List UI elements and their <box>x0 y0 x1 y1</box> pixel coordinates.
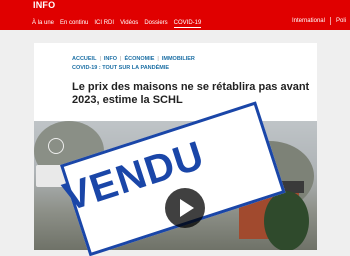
nav-item-international[interactable]: International <box>292 17 325 25</box>
breadcrumb-separator: | <box>120 56 122 62</box>
nav-item-dossiers[interactable]: Dossiers <box>144 19 167 27</box>
breadcrumb-info[interactable]: INFO <box>104 55 117 64</box>
breadcrumb-economie[interactable]: ÉCONOMIE <box>124 55 154 64</box>
breadcrumb-accueil[interactable]: ACCUEIL <box>72 55 96 64</box>
breadcrumb-immobilier[interactable]: IMMOBILIER <box>162 55 195 64</box>
evergreen-shape <box>264 191 309 250</box>
breadcrumb-covid[interactable]: COVID-19 : TOUT SUR LA PANDÉMIE <box>72 64 169 73</box>
nav-item-en-continu[interactable]: En continu <box>60 19 88 27</box>
breadcrumb-separator: | <box>157 56 159 62</box>
site-logo[interactable]: INFO <box>33 0 55 10</box>
nav-divider <box>329 17 331 25</box>
nav-item-poli[interactable]: Poli <box>336 17 346 25</box>
nav-item-a-la-une[interactable]: À la une <box>32 19 54 27</box>
breadcrumb-separator: | <box>99 56 101 62</box>
nav-right: International Poli <box>292 17 346 25</box>
main-nav: À la une En continu ICI RDI Vidéos Dossi… <box>32 17 202 29</box>
logo-block[interactable]: INFO <box>0 0 88 14</box>
article-title: Le prix des maisons ne se rétablira pas … <box>72 81 310 106</box>
nav-item-videos[interactable]: Vidéos <box>120 19 138 27</box>
play-icon[interactable] <box>165 188 205 228</box>
breadcrumb: ACCUEIL | INFO | ÉCONOMIE | IMMOBILIER C… <box>72 55 312 73</box>
cbc-logo-icon <box>48 138 64 154</box>
nav-item-covid[interactable]: COVID-19 <box>173 19 202 28</box>
nav-item-ici-rdi[interactable]: ICI RDI <box>94 19 114 27</box>
